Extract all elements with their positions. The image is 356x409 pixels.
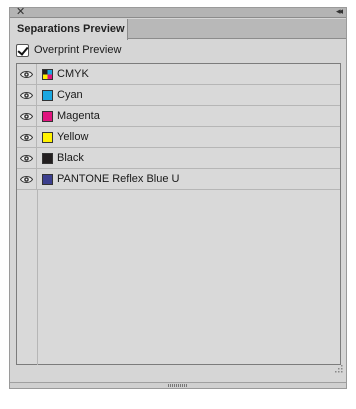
separation-name: Black: [57, 152, 84, 164]
separation-name: Magenta: [57, 110, 100, 122]
color-swatch: [42, 111, 53, 122]
eye-icon[interactable]: [17, 127, 37, 147]
separation-name: CMYK: [57, 68, 89, 80]
color-swatch: [42, 90, 53, 101]
panel-bottom-bar: [10, 382, 346, 388]
resize-grip-icon[interactable]: [333, 363, 343, 373]
eye-icon[interactable]: [17, 148, 37, 168]
tab-separations-preview[interactable]: Separations Preview: [10, 19, 128, 40]
separation-name: Cyan: [57, 89, 83, 101]
color-swatch: [42, 174, 53, 185]
tab-strip: Separations Preview: [10, 19, 346, 40]
eye-column-divider: [37, 190, 38, 365]
separation-row[interactable]: Magenta: [17, 106, 340, 127]
color-swatch: [42, 69, 53, 80]
overprint-preview-option[interactable]: Overprint Preview: [16, 42, 121, 58]
separation-row[interactable]: CMYK: [17, 64, 340, 85]
separation-row[interactable]: Black: [17, 148, 340, 169]
drag-handle-icon[interactable]: [168, 384, 188, 387]
separation-row[interactable]: Yellow: [17, 127, 340, 148]
color-swatch: [42, 132, 53, 143]
eye-icon[interactable]: [17, 64, 37, 84]
eye-icon[interactable]: [17, 169, 37, 189]
eye-icon[interactable]: [17, 106, 37, 126]
eye-icon[interactable]: [17, 85, 37, 105]
collapse-icon[interactable]: ◂◂: [336, 5, 343, 19]
overprint-preview-checkbox[interactable]: [16, 43, 29, 57]
close-icon[interactable]: ✕: [16, 5, 25, 19]
separation-name: PANTONE Reflex Blue U: [57, 173, 180, 185]
color-swatch: [42, 153, 53, 164]
separations-list: CMYK Cyan Magenta Yellow Black PANTONE Reflex…: [16, 63, 341, 365]
panel-titlebar: ✕ ◂◂: [10, 5, 346, 19]
separation-row[interactable]: Cyan: [17, 85, 340, 106]
separation-name: Yellow: [57, 131, 89, 143]
separations-preview-panel: ✕ ◂◂ Separations Preview Overprint Previ…: [9, 5, 347, 389]
overprint-preview-label: Overprint Preview: [34, 44, 122, 56]
separation-row[interactable]: PANTONE Reflex Blue U: [17, 169, 340, 190]
